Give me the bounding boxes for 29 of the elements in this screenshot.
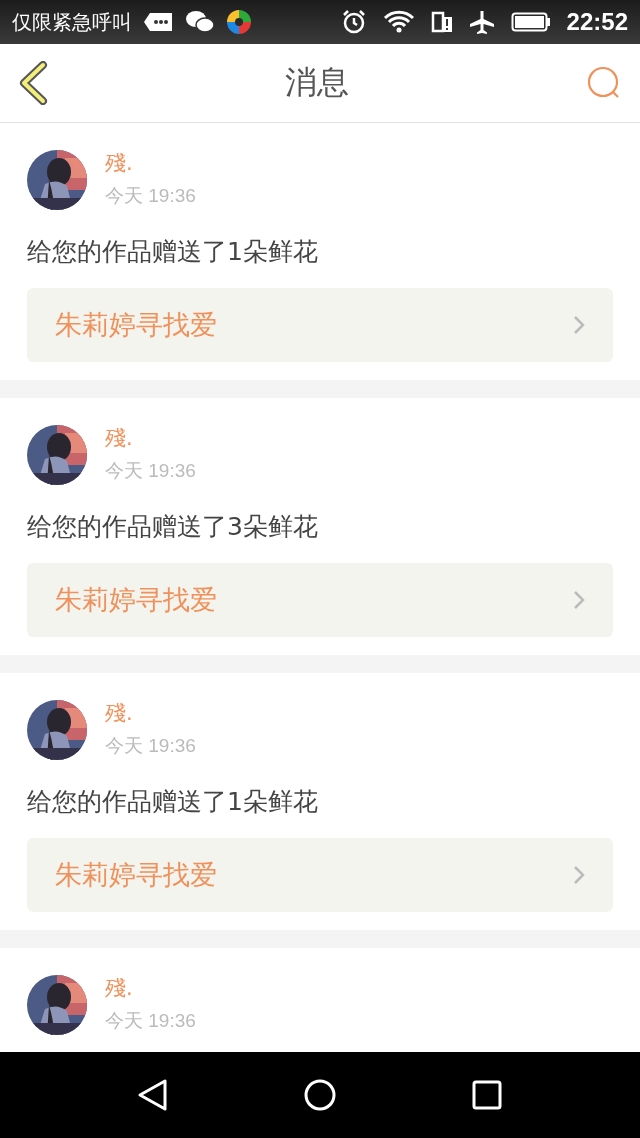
message-time: 今天 19:36 [105,734,196,758]
sender-name[interactable]: 殘. [105,700,196,726]
message-time: 今天 19:36 [105,184,196,208]
sim-alert-icon [430,10,453,34]
message-text: 给您的作品赠送了1朵鲜花 [27,786,319,818]
wifi-icon [382,10,415,34]
work-link[interactable]: 朱莉婷寻找爱 [27,288,613,362]
chevron-icon [573,865,585,885]
home-circle-icon[interactable] [303,1078,337,1112]
chevron-icon [573,315,585,335]
message-text: 给您的作品赠送了1朵鲜花 [27,236,319,268]
message-text: 给您的作品赠送了3朵鲜花 [27,511,319,543]
app-icon [226,9,252,35]
work-link[interactable]: 朱莉婷寻找爱 [27,838,613,912]
message-icon [144,11,174,33]
clock-text: 22:52 [566,8,628,36]
sender-name[interactable]: 殘. [105,975,196,1001]
work-link[interactable]: 朱莉婷寻找爱 [27,563,613,637]
page-title: 消息 [285,62,349,103]
message-time: 今天 19:36 [105,1009,196,1033]
chat-bubbles-icon [186,10,214,34]
battery-icon [510,12,551,32]
chevron-icon [573,590,585,610]
back-icon[interactable] [18,61,48,105]
airplane-icon [468,9,495,35]
sender-name[interactable]: 殘. [105,425,196,451]
message-time: 今天 19:36 [105,459,196,483]
sender-name[interactable]: 殘. [105,150,196,176]
carrier-text: 仅限紧急呼叫 [12,8,132,36]
